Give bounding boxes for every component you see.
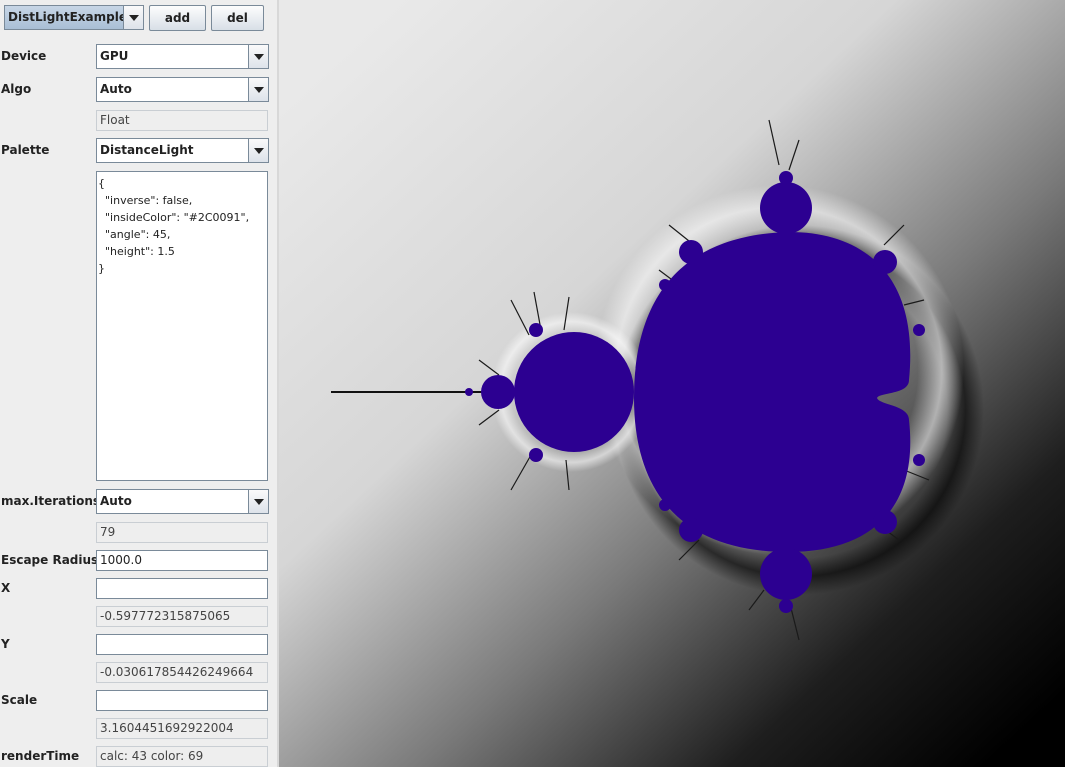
y-computed: -0.030617854426249664 xyxy=(96,662,268,683)
max-iterations-label: max.Iterations xyxy=(1,494,101,508)
device-dropdown[interactable]: GPU xyxy=(96,44,269,69)
algo-value: Auto xyxy=(100,82,132,96)
preset-dropdown-arrow[interactable] xyxy=(123,6,143,29)
y-label: Y xyxy=(1,637,10,651)
palette-value: DistanceLight xyxy=(100,143,194,157)
chevron-down-icon xyxy=(129,15,139,21)
scale-label: Scale xyxy=(1,693,38,707)
algo-dropdown-arrow[interactable] xyxy=(248,78,268,101)
algo-precision: Float xyxy=(96,110,268,131)
max-iterations-dropdown[interactable]: Auto xyxy=(96,489,269,514)
escape-radius-input[interactable]: 1000.0 xyxy=(96,550,268,571)
palette-dropdown-arrow[interactable] xyxy=(248,139,268,162)
add-button[interactable]: add xyxy=(149,5,206,31)
x-computed: -0.597772315875065 xyxy=(96,606,268,627)
del-button[interactable]: del xyxy=(211,5,264,31)
fractal-canvas[interactable] xyxy=(279,0,1065,767)
palette-dropdown[interactable]: DistanceLight xyxy=(96,138,269,163)
chevron-down-icon xyxy=(254,148,264,154)
device-label: Device xyxy=(1,49,47,63)
chevron-down-icon xyxy=(254,499,264,505)
y-input[interactable] xyxy=(96,634,268,655)
render-time-label: renderTime xyxy=(1,749,80,763)
render-time-value: calc: 43 color: 69 xyxy=(96,746,268,767)
chevron-down-icon xyxy=(254,54,264,60)
escape-radius-label: Escape Radius xyxy=(1,553,99,567)
palette-label: Palette xyxy=(1,143,50,157)
max-iterations-computed: 79 xyxy=(96,522,268,543)
scale-computed: 3.1604451692922004 xyxy=(96,718,268,739)
max-iterations-dropdown-arrow[interactable] xyxy=(248,490,268,513)
preset-dropdown[interactable]: DistLightExample xyxy=(4,5,144,30)
mandelbrot-render xyxy=(279,0,1065,767)
scale-input[interactable] xyxy=(96,690,268,711)
algo-label: Algo xyxy=(1,82,32,96)
device-value: GPU xyxy=(100,49,129,63)
x-label: X xyxy=(1,581,11,595)
algo-dropdown[interactable]: Auto xyxy=(96,77,269,102)
settings-panel: DistLightExample add del Device GPU Algo… xyxy=(0,0,277,767)
device-dropdown-arrow[interactable] xyxy=(248,45,268,68)
x-input[interactable] xyxy=(96,578,268,599)
chevron-down-icon xyxy=(254,87,264,93)
palette-params-editor[interactable]: { "inverse": false, "insideColor": "#2C0… xyxy=(96,171,268,481)
max-iterations-value: Auto xyxy=(100,494,132,508)
preset-value: DistLightExample xyxy=(8,10,127,24)
